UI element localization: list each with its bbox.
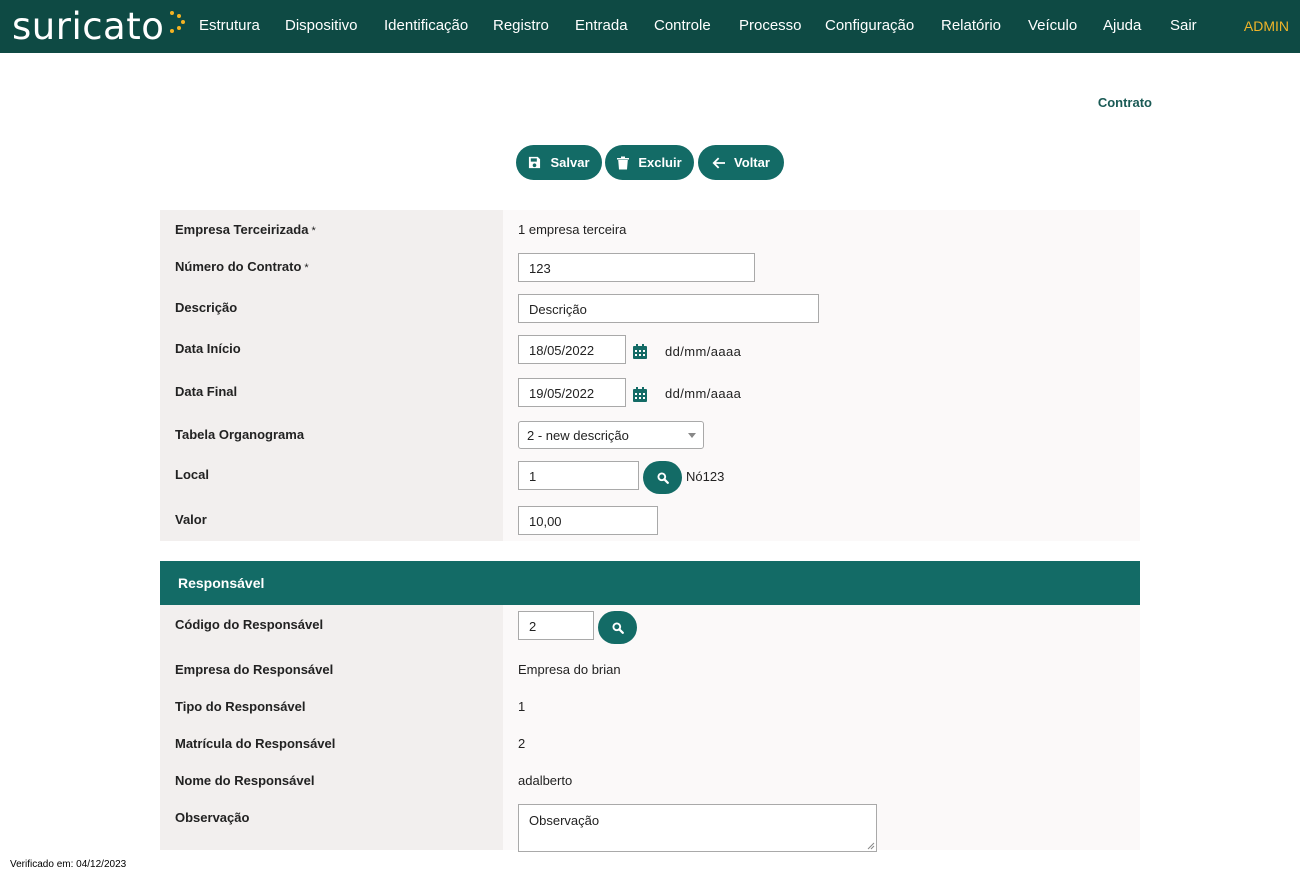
local-search-button[interactable] (643, 461, 682, 494)
empresa-responsavel-label: Empresa do Responsável (175, 662, 334, 677)
responsavel-form: Código do Responsável 2 Empresa do Respo… (160, 605, 1140, 852)
logo-dots-icon (166, 7, 186, 37)
valor-label: Valor (175, 512, 207, 527)
nome-responsavel-value: adalberto (518, 773, 573, 788)
codigo-responsavel-input[interactable]: 2 (518, 611, 594, 640)
resize-grip-icon[interactable] (867, 842, 875, 850)
arrow-left-icon (712, 157, 726, 168)
empresa-terceirizada-label: Empresa Terceirizada * (175, 222, 316, 237)
calendar-icon[interactable] (633, 344, 647, 359)
codigo-responsavel-label: Código do Responsável (175, 617, 324, 632)
nome-responsavel-label: Nome do Responsável (175, 773, 315, 788)
nav-sair[interactable]: Sair (1170, 17, 1197, 34)
nav-entrada[interactable]: Entrada (575, 17, 628, 34)
numero-contrato-label: Número do Contrato * (175, 259, 309, 274)
nav-veiculo[interactable]: Veículo (1028, 17, 1077, 34)
delete-button-label: Excluir (638, 155, 682, 170)
nav-estrutura[interactable]: Estrutura (199, 17, 260, 34)
floppy-icon (529, 156, 541, 169)
empresa-terceirizada-value: 1 empresa terceira (518, 222, 627, 237)
observacao-text: Observação (529, 813, 600, 828)
matricula-responsavel-value: 2 (518, 736, 526, 751)
observacao-textarea[interactable]: Observação (518, 804, 877, 852)
contract-form: Empresa Terceirizada * 1 empresa terceira… (160, 210, 1140, 541)
verified-date: Verificado em: 04/12/2023 (10, 859, 127, 870)
descricao-input[interactable]: Descrição (518, 294, 819, 323)
local-input[interactable]: 1 (518, 461, 639, 490)
local-name: Nó123 (686, 469, 725, 484)
responsavel-section-header: Responsável (160, 561, 1140, 605)
data-inicio-label: Data Início (175, 341, 241, 356)
tabela-organograma-selected: 2 - new descrição (527, 428, 629, 443)
data-final-input[interactable]: 19/05/2022 (518, 378, 626, 407)
save-button-label: Salvar (550, 155, 590, 170)
trash-icon (617, 156, 630, 169)
matricula-responsavel-label: Matrícula do Responsável (175, 736, 336, 751)
tabela-organograma-label: Tabela Organograma (175, 427, 305, 442)
delete-button[interactable]: Excluir (605, 145, 694, 180)
search-icon (611, 621, 624, 634)
nav-processo[interactable]: Processo (739, 17, 802, 34)
tabela-organograma-select[interactable]: 2 - new descrição (518, 421, 704, 449)
top-navbar: suricato Estrutura Dispositivo Identific… (0, 0, 1300, 53)
data-final-label: Data Final (175, 384, 238, 399)
valor-input[interactable]: 10,00 (518, 506, 658, 535)
data-inicio-format-hint: dd/mm/aaaa (665, 344, 742, 359)
local-label: Local (175, 467, 209, 482)
descricao-label: Descrição (175, 300, 238, 315)
tipo-responsavel-value: 1 (518, 699, 526, 714)
nav-relatorio[interactable]: Relatório (941, 17, 1001, 34)
tipo-responsavel-label: Tipo do Responsável (175, 699, 306, 714)
data-inicio-input[interactable]: 18/05/2022 (518, 335, 626, 364)
save-button[interactable]: Salvar (516, 145, 602, 180)
chevron-down-icon (688, 433, 696, 438)
nav-ajuda[interactable]: Ajuda (1103, 17, 1141, 34)
nav-dispositivo[interactable]: Dispositivo (285, 17, 358, 34)
search-icon (656, 471, 669, 484)
suricato-logo[interactable]: suricato (12, 2, 186, 50)
user-admin-label[interactable]: ADMIN (1244, 18, 1289, 34)
responsavel-search-button[interactable] (598, 611, 637, 644)
responsavel-section-title: Responsável (178, 575, 265, 591)
data-final-format-hint: dd/mm/aaaa (665, 386, 742, 401)
nav-controle[interactable]: Controle (654, 17, 711, 34)
observacao-label: Observação (175, 810, 250, 825)
empresa-responsavel-value: Empresa do brian (518, 662, 621, 677)
back-button-label: Voltar (734, 155, 770, 170)
back-button[interactable]: Voltar (698, 145, 784, 180)
nav-identificacao[interactable]: Identificação (384, 17, 468, 34)
logo-text: suricato (12, 4, 165, 48)
calendar-icon[interactable] (633, 387, 647, 402)
nav-registro[interactable]: Registro (493, 17, 549, 34)
page-title: Contrato (1097, 95, 1152, 110)
numero-contrato-input[interactable]: 123 (518, 253, 755, 282)
nav-configuracao[interactable]: Configuração (825, 17, 914, 34)
